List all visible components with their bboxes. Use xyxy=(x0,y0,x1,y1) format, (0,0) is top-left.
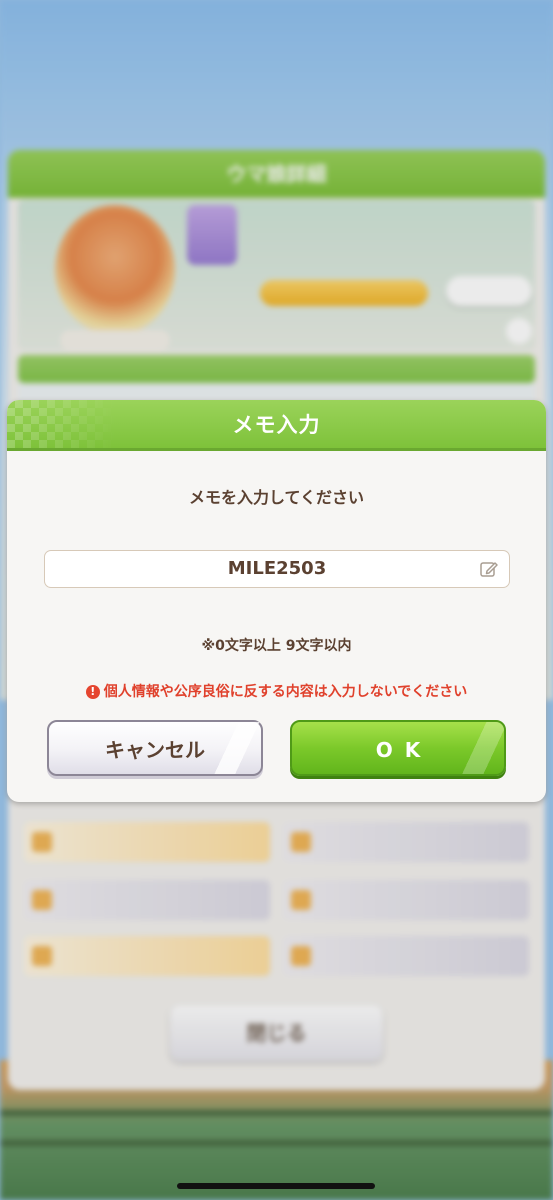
warning-icon: ! xyxy=(85,685,100,699)
home-indicator[interactable] xyxy=(177,1183,375,1189)
cancel-button-label: キャンセル xyxy=(105,738,205,762)
header-divider xyxy=(7,448,546,451)
dialog-header: メモ入力 xyxy=(7,400,546,448)
ok-button[interactable]: OK xyxy=(290,720,506,776)
memo-input-dialog: メモ入力 メモを入力してください MILE2503 ※0文字以上 9文字以内 !… xyxy=(7,400,546,802)
edit-icon xyxy=(480,562,498,577)
memo-input[interactable]: MILE2503 xyxy=(44,550,510,588)
dialog-title: メモ入力 xyxy=(232,413,321,437)
ok-button-label: OK xyxy=(375,738,433,762)
privacy-warning: ! 個人情報や公序良俗に反する内容は入力しないでください xyxy=(7,681,546,701)
cancel-button[interactable]: キャンセル xyxy=(47,720,271,776)
character-limit-note: ※0文字以上 9文字以内 xyxy=(201,638,352,654)
memo-input-value[interactable]: MILE2503 xyxy=(45,551,509,587)
privacy-warning-text: 個人情報や公序良俗に反する内容は入力しないでください xyxy=(103,684,468,700)
header-pattern xyxy=(7,400,117,448)
dialog-prompt: メモを入力してください xyxy=(188,488,365,507)
